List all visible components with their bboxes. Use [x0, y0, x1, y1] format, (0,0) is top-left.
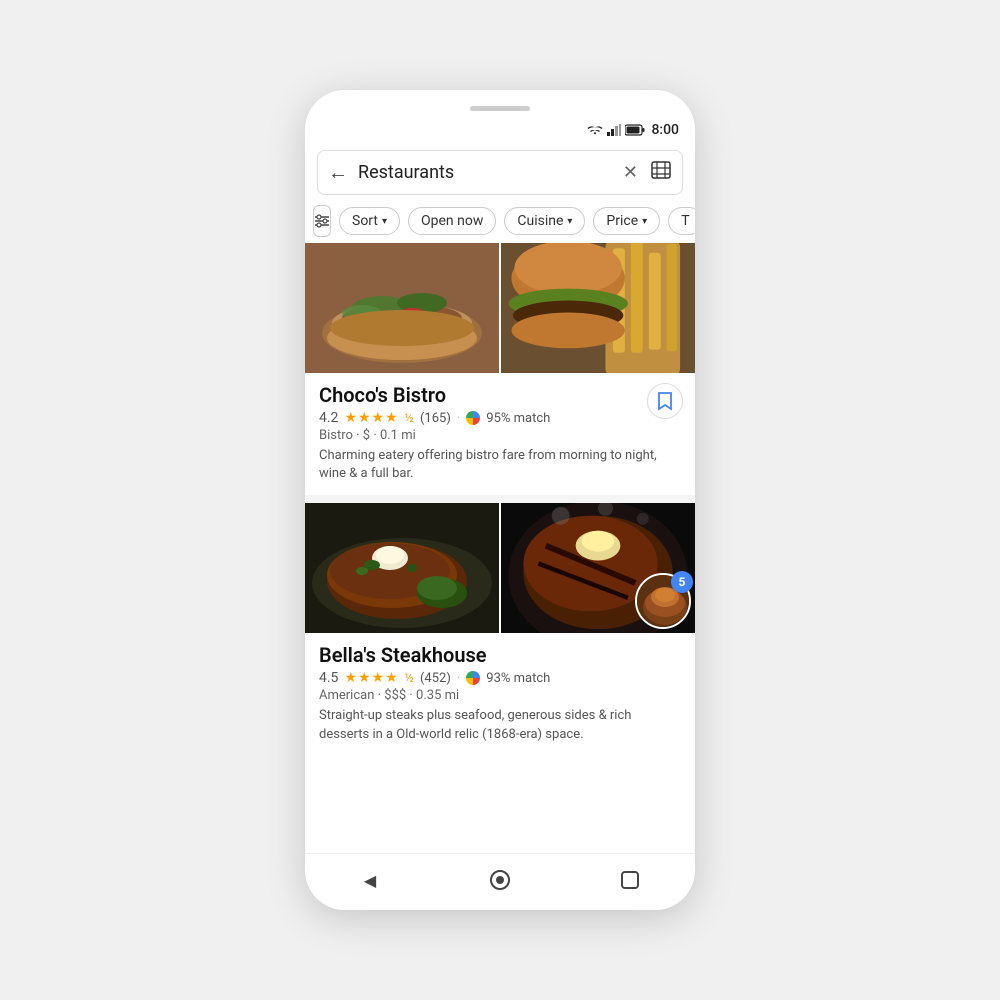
phone-frame: 8:00 ← Restaurants ✕	[305, 90, 695, 910]
chocos-bistro-rating: 4.2	[319, 410, 338, 426]
bellas-steakhouse-stars: ★★★★	[344, 670, 398, 686]
open-now-chip-label: Open now	[421, 213, 483, 229]
nav-recent-button[interactable]	[610, 864, 650, 896]
content-area: Choco's Bistro 4.2 ★★★★½ (165) · 95% mat…	[305, 243, 695, 853]
card-divider	[305, 495, 695, 503]
signal-icon	[607, 124, 621, 136]
bellas-steakhouse-match: 93% match	[486, 671, 550, 686]
chocos-bistro-reviews: (165)	[420, 411, 451, 426]
bellas-steakhouse-rating-row: 4.5 ★★★★½ (452) · 93% match	[319, 670, 681, 686]
status-time: 8:00	[651, 122, 679, 138]
open-now-chip[interactable]: Open now	[408, 207, 496, 235]
restaurant-card-chocos-bistro[interactable]: Choco's Bistro 4.2 ★★★★½ (165) · 95% mat…	[305, 243, 695, 491]
notch-pill	[470, 106, 530, 111]
cuisine-chip-arrow: ▾	[567, 216, 572, 227]
bellas-steakhouse-rating: 4.5	[319, 670, 338, 686]
bellas-steakhouse-image-left	[305, 503, 499, 633]
bellas-steakhouse-name: Bella's Steakhouse	[319, 643, 681, 667]
status-bar: 8:00	[305, 118, 695, 142]
sort-chip-arrow: ▾	[382, 216, 387, 227]
filter-chips-bar: Sort ▾ Open now Cuisine ▾ Price ▾ T	[305, 199, 695, 243]
chocos-bistro-images	[305, 243, 695, 373]
nav-home-button[interactable]	[480, 864, 520, 896]
search-query-text: Restaurants	[358, 162, 613, 183]
chocos-bistro-image-right	[501, 243, 695, 373]
bellas-avatar-badge: 5	[671, 571, 693, 593]
match-circle-icon-2	[466, 671, 480, 685]
chocos-bistro-info: Choco's Bistro 4.2 ★★★★½ (165) · 95% mat…	[305, 373, 695, 491]
search-bar[interactable]: ← Restaurants ✕	[317, 150, 683, 195]
chocos-bistro-match: 95% match	[486, 411, 550, 426]
navigation-bar: ◀	[305, 853, 695, 910]
more-chip[interactable]: T	[668, 207, 695, 235]
more-chip-label: T	[681, 213, 689, 229]
price-chip-arrow: ▾	[642, 216, 647, 227]
wifi-icon	[587, 124, 603, 136]
chocos-bistro-name: Choco's Bistro	[319, 383, 681, 407]
bellas-avatar-container: 5	[635, 573, 691, 629]
nav-back-button[interactable]: ◀	[350, 864, 390, 896]
bellas-steakhouse-images: 5	[305, 503, 695, 633]
sort-chip-label: Sort	[352, 213, 378, 229]
chocos-bistro-category: Bistro · $ · 0.1 mi	[319, 428, 681, 443]
chocos-bistro-rating-row: 4.2 ★★★★½ (165) · 95% match	[319, 410, 681, 426]
map-icon[interactable]	[650, 159, 672, 186]
bellas-steakhouse-category: American · $$$ · 0.35 mi	[319, 688, 681, 703]
bellas-steakhouse-info: Bella's Steakhouse 4.5 ★★★★½ (452) · 93%…	[305, 633, 695, 751]
search-bar-container: ← Restaurants ✕	[305, 142, 695, 199]
price-chip-label: Price	[606, 213, 638, 229]
bellas-steakhouse-reviews: (452)	[420, 671, 451, 686]
search-bar-actions: ✕	[623, 159, 672, 186]
restaurant-card-bellas-steakhouse[interactable]: 5 Bella's Steakhouse 4.5 ★★★★½ (452) · 9…	[305, 503, 695, 751]
back-arrow-icon[interactable]: ←	[328, 160, 348, 185]
chocos-bistro-image-left	[305, 243, 499, 373]
cuisine-chip[interactable]: Cuisine ▾	[504, 207, 585, 235]
chocos-bistro-description: Charming eatery offering bistro fare fro…	[319, 447, 681, 483]
cuisine-chip-label: Cuisine	[517, 213, 563, 229]
sort-chip[interactable]: Sort ▾	[339, 207, 400, 235]
chocos-bistro-bookmark-button[interactable]	[647, 383, 683, 419]
bellas-steakhouse-description: Straight-up steaks plus seafood, generou…	[319, 707, 681, 743]
price-chip[interactable]: Price ▾	[593, 207, 660, 235]
match-circle-icon	[466, 411, 480, 425]
clear-icon[interactable]: ✕	[623, 162, 638, 183]
chocos-bistro-stars: ★★★★	[344, 410, 398, 426]
status-icons: 8:00	[587, 122, 679, 138]
filter-icon-chip[interactable]	[313, 205, 331, 237]
battery-icon	[625, 124, 645, 136]
phone-notch-bar	[305, 90, 695, 118]
